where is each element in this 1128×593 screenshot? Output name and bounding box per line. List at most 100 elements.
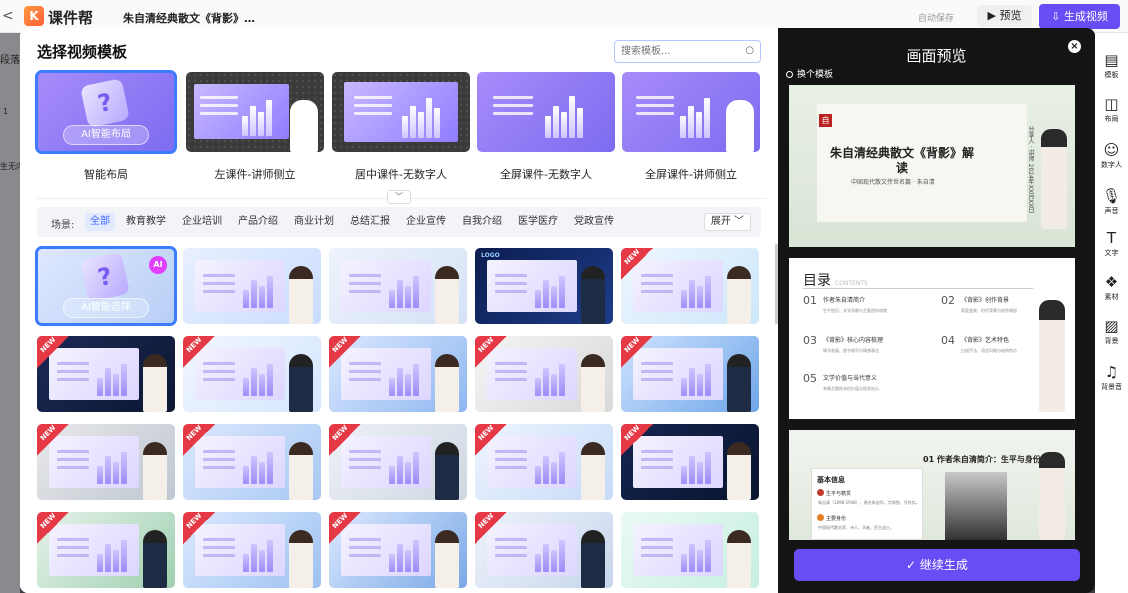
layout-label: 居中课件-无数字人 [355,168,447,181]
template-card[interactable]: NEW [621,424,759,500]
template-avatar [289,266,313,324]
ai-cube-icon: ? [80,252,130,302]
template-card[interactable]: LOGO [475,248,613,324]
toolbar-item[interactable]: ❖ 素材 [1095,273,1128,302]
close-icon[interactable]: × [1068,40,1081,53]
toolbar-item[interactable]: 🎙 声音 [1095,187,1128,216]
new-badge: NEW [329,512,361,544]
template-grid: ? AI AI智能选择 LOGO NEW NEW NEW NEW NEW NEW NEW NEW… [35,246,759,593]
preview-button[interactable]: ▶ 预览 [977,5,1032,27]
template-card[interactable] [621,512,759,588]
search-icon[interactable]: ○ [745,45,754,56]
category-chip[interactable]: 总结汇报 [345,213,395,231]
category-chip[interactable]: 教育教学 [121,213,171,231]
background-icon: ▨ [1104,317,1119,335]
template-card[interactable]: NEW [183,512,321,588]
layout-ai-smart[interactable]: ? AI智能布局 智能布局 [35,70,177,182]
template-card[interactable]: NEW [37,424,175,500]
template-card[interactable]: NEW [621,248,759,324]
collapse-chevron-icon[interactable]: ﹀ [387,190,411,204]
template-card[interactable]: NEW [37,336,175,412]
layout-fullscreen-speaker[interactable]: 全屏课件-讲师侧立 [622,72,760,182]
expand-categories-button[interactable]: 展开 ﹀ [703,213,751,231]
avatar-icon: ☺ [1103,141,1120,159]
category-chip[interactable]: 企业宣传 [401,213,451,231]
toolbar-item[interactable]: ▨ 背景 [1095,317,1128,346]
continue-generate-button[interactable]: ✓ 继续生成 [794,549,1080,581]
search-input[interactable] [615,41,735,62]
section-heading: 01 作者朱自清简介：生平与身份 [923,455,1041,464]
contents-heading: 目录 CONTENTS [803,273,868,289]
template-card[interactable]: NEW [621,336,759,412]
text-icon: T [1106,229,1117,247]
category-chip[interactable]: 医学医疗 [513,213,563,231]
template-avatar [727,442,751,500]
toolbar-item[interactable]: ▤ 模板 [1095,51,1128,80]
category-chip[interactable]: 自我介绍 [457,213,507,231]
preview-slide-contents[interactable]: 目录 CONTENTS 01 作者朱自清简介 生平经历、文学贡献与主要创作成就 02 《… [789,258,1075,419]
preview-slide-cover[interactable]: 朱自清经典散文《背影》解读 中国现代散文传世名篇 · 朱自清 分享人 · 讲师 … [789,85,1075,247]
template-card[interactable]: NEW [475,336,613,412]
app-name: 课件帮 [48,9,94,27]
template-avatar [143,530,167,588]
scene-label: 场景: [51,220,75,231]
toc-item: 05 文学价值与当代意义 亲情主题的永恒价值与现实启示 [803,372,879,391]
toolbar-item[interactable]: ♫ 背景音 [1095,363,1128,392]
template-card[interactable]: NEW [183,424,321,500]
category-chip[interactable]: 党政宣传 [569,213,619,231]
new-badge: NEW [37,424,69,456]
modal-title: 选择视频模板 [37,43,128,61]
ai-tag: AI [149,256,167,274]
back-icon[interactable]: < [2,8,14,24]
autosave-toggle[interactable]: 自动保存 [918,11,954,24]
template-card[interactable]: NEW [329,424,467,500]
toolbar-item[interactable]: T 文字 [1095,229,1128,258]
info-box: 基本信息 生平与籍贯 朱自清（1898-1948），原名朱自华，字佩弦，号秋实。… [811,468,923,540]
preview-slide-author[interactable]: 01 作者朱自清简介：生平与身份 基本信息 生平与籍贯 朱自清（1898-194… [789,430,1075,540]
new-badge: NEW [183,336,215,368]
template-picker-panel: 选择视频模板 ○ ? AI智能布局 智能布局 左课件-讲师侧立 [20,28,778,593]
template-card[interactable]: NEW [475,512,613,588]
new-badge: NEW [475,512,507,544]
scene-filter-bar: 场景: 全部 教育教学 企业培训 产品介绍 商业计划 总结汇报 企业宣传 自我介… [37,207,761,237]
category-chip[interactable]: 商业计划 [289,213,339,231]
layout-centered-no-avatar[interactable]: 居中课件-无数字人 [332,72,470,182]
ai-smart-layout-badge: AI智能布局 [63,125,149,145]
template-avatar [727,530,751,588]
refresh-icon [786,71,793,78]
template-card[interactable] [183,248,321,324]
template-card[interactable] [329,248,467,324]
category-chip-all[interactable]: 全部 [85,213,115,231]
template-card[interactable]: NEW [183,336,321,412]
layout-left-courseware-speaker[interactable]: 左课件-讲师侧立 [186,72,324,182]
swap-template-link[interactable]: 换个模板 [786,67,833,80]
template-card[interactable]: NEW [475,424,613,500]
author-photo [945,472,1007,540]
template-card[interactable]: NEW [329,336,467,412]
generate-video-button[interactable]: ⇩ 生成视频 [1039,4,1120,29]
new-badge: NEW [183,424,215,456]
document-title[interactable]: 朱自清经典散文《背影》… [123,10,255,26]
toolbar-item[interactable]: ◫ 布局 [1095,95,1128,124]
layout-label: 智能布局 [84,168,128,181]
template-avatar [435,442,459,500]
category-chip[interactable]: 企业培训 [177,213,227,231]
template-search[interactable]: ○ [614,40,761,63]
toolbar-item[interactable]: ☺ 数字人 [1095,141,1128,170]
bullet-icon [817,489,824,496]
template-avatar [581,354,605,412]
category-chip[interactable]: 产品介绍 [233,213,283,231]
new-badge: NEW [37,336,69,368]
template-avatar [581,530,605,588]
new-badge: NEW [329,424,361,456]
template-avatar [581,442,605,500]
music-icon: ♫ [1104,363,1119,381]
template-card-ai-select[interactable]: ? AI AI智能选择 [35,246,177,326]
template-avatar [727,266,751,324]
template-card[interactable]: NEW [329,512,467,588]
template-avatar [435,354,459,412]
logo-tag: LOGO [481,252,500,259]
template-card[interactable]: NEW [37,512,175,588]
layout-fullscreen-no-avatar[interactable]: 全屏课件-无数字人 [477,72,615,182]
layout-thumbnail [332,72,470,152]
